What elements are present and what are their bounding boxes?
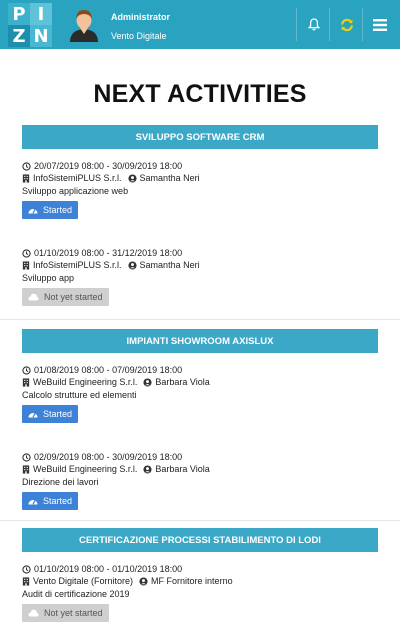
activity-period: 01/10/2019 08:00 - 01/10/2019 18:00 bbox=[34, 564, 183, 574]
gauge-icon bbox=[28, 413, 38, 418]
activity-item[interactable]: 20/07/2019 08:00 - 30/09/2019 18:00 Info… bbox=[22, 160, 378, 219]
activity-person: Samantha Neri bbox=[139, 173, 200, 183]
activity-description: Direzione dei lavori bbox=[22, 477, 99, 487]
app-logo[interactable]: P I Z N bbox=[8, 3, 52, 47]
project-header[interactable]: IMPIANTI SHOWROOM AXISLUX bbox=[22, 329, 378, 353]
page-title: NEXT ACTIVITIES bbox=[93, 80, 307, 108]
activity-person: Samantha Neri bbox=[139, 260, 200, 270]
activity-item[interactable]: 02/09/2019 08:00 - 30/09/2019 18:00 WeBu… bbox=[22, 451, 378, 510]
status-label: Started bbox=[43, 496, 73, 506]
user-company: Vento Digitale bbox=[111, 31, 167, 41]
activity-description: Calcolo strutture ed elementi bbox=[22, 390, 137, 400]
notifications-button[interactable] bbox=[296, 0, 332, 49]
status-badge[interactable]: Started bbox=[22, 201, 79, 219]
clock-icon bbox=[22, 248, 31, 258]
building-icon bbox=[22, 464, 30, 474]
bell-icon bbox=[308, 18, 320, 31]
activity-description: Sviluppo app bbox=[22, 273, 75, 283]
gauge-icon bbox=[28, 209, 38, 214]
status-label: Started bbox=[43, 409, 73, 419]
activity-period: 01/10/2019 08:00 - 31/12/2019 18:00 bbox=[34, 248, 183, 258]
activity-people-row: InfoSistemiPLUS S.r.l. Samantha Neri bbox=[22, 172, 378, 184]
clock-icon bbox=[22, 161, 31, 171]
building-icon bbox=[22, 576, 30, 586]
project-header[interactable]: SVILUPPO SOFTWARE CRM bbox=[22, 125, 378, 149]
status-badge[interactable]: Not yet started bbox=[22, 288, 109, 306]
user-circle-icon bbox=[143, 377, 152, 387]
avatar[interactable] bbox=[68, 8, 100, 42]
user-name: Administrator bbox=[111, 12, 171, 22]
activity-company: WeBuild Engineering S.r.l. bbox=[33, 464, 138, 474]
status-badge[interactable]: Started bbox=[22, 492, 79, 510]
logo-letter: P bbox=[8, 3, 30, 25]
sync-button[interactable] bbox=[329, 0, 365, 49]
activity-period-row: 20/07/2019 08:00 - 30/09/2019 18:00 bbox=[22, 160, 378, 172]
activity-company: InfoSistemiPLUS S.r.l. bbox=[33, 173, 122, 183]
activity-people-row: WeBuild Engineering S.r.l. Barbara Viola bbox=[22, 463, 378, 475]
cloud-icon bbox=[28, 609, 39, 617]
logo-letter: Z bbox=[8, 25, 30, 47]
activity-people-row: Vento Digitale (Fornitore) MF Fornitore … bbox=[22, 575, 378, 587]
sync-icon bbox=[341, 18, 353, 31]
user-circle-icon bbox=[127, 260, 137, 270]
activity-company: WeBuild Engineering S.r.l. bbox=[33, 377, 138, 387]
user-circle-icon bbox=[139, 576, 148, 586]
user-circle-icon bbox=[143, 464, 152, 474]
status-badge[interactable]: Started bbox=[22, 405, 79, 423]
section-divider bbox=[0, 319, 400, 320]
logo-letter: N bbox=[30, 25, 52, 47]
building-icon bbox=[22, 377, 30, 387]
status-label: Not yet started bbox=[44, 292, 103, 302]
clock-icon bbox=[22, 564, 31, 574]
status-badge[interactable]: Not yet started bbox=[22, 604, 109, 622]
top-bar: P I Z N Administrator Vento Digitale bbox=[0, 0, 400, 49]
activity-period: 01/08/2019 08:00 - 07/09/2019 18:00 bbox=[34, 365, 183, 375]
section-divider bbox=[0, 520, 400, 521]
activity-people-row: WeBuild Engineering S.r.l. Barbara Viola bbox=[22, 376, 378, 388]
activity-period-row: 01/10/2019 08:00 - 01/10/2019 18:00 bbox=[22, 563, 378, 575]
building-icon bbox=[22, 173, 30, 183]
activity-period-row: 02/09/2019 08:00 - 30/09/2019 18:00 bbox=[22, 451, 378, 463]
logo-letter: I bbox=[30, 3, 52, 25]
activity-item[interactable]: 01/08/2019 08:00 - 07/09/2019 18:00 WeBu… bbox=[22, 364, 378, 423]
activity-period-row: 01/10/2019 08:00 - 31/12/2019 18:00 bbox=[22, 247, 378, 259]
activity-people-row: InfoSistemiPLUS S.r.l. Samantha Neri bbox=[22, 259, 378, 271]
building-icon bbox=[22, 260, 30, 270]
activity-period: 20/07/2019 08:00 - 30/09/2019 18:00 bbox=[34, 161, 183, 171]
user-info[interactable]: Administrator Vento Digitale bbox=[111, 11, 170, 42]
activity-person: MF Fornitore interno bbox=[151, 576, 233, 586]
activity-period: 02/09/2019 08:00 - 30/09/2019 18:00 bbox=[34, 452, 183, 462]
activity-person: Barbara Viola bbox=[155, 377, 210, 387]
status-label: Started bbox=[43, 205, 73, 215]
activity-person: Barbara Viola bbox=[155, 464, 210, 474]
cloud-icon bbox=[28, 293, 39, 301]
user-circle-icon bbox=[127, 173, 137, 183]
clock-icon bbox=[22, 365, 31, 375]
activity-period-row: 01/08/2019 08:00 - 07/09/2019 18:00 bbox=[22, 364, 378, 376]
status-label: Not yet started bbox=[44, 608, 103, 618]
menu-button[interactable] bbox=[362, 0, 398, 49]
project-header[interactable]: CERTIFICAZIONE PROCESSI STABILIMENTO DI … bbox=[22, 528, 378, 552]
clock-icon bbox=[22, 452, 31, 462]
activity-item[interactable]: 01/10/2019 08:00 - 31/12/2019 18:00 Info… bbox=[22, 247, 378, 306]
menu-icon bbox=[373, 18, 387, 31]
activity-description: Sviluppo applicazione web bbox=[22, 186, 129, 196]
activity-description: Audit di certificazione 2019 bbox=[22, 589, 130, 599]
gauge-icon bbox=[28, 500, 38, 505]
activity-company: InfoSistemiPLUS S.r.l. bbox=[33, 260, 122, 270]
activity-item[interactable]: 01/10/2019 08:00 - 01/10/2019 18:00 Vent… bbox=[22, 563, 378, 622]
activity-company: Vento Digitale (Fornitore) bbox=[33, 576, 134, 586]
